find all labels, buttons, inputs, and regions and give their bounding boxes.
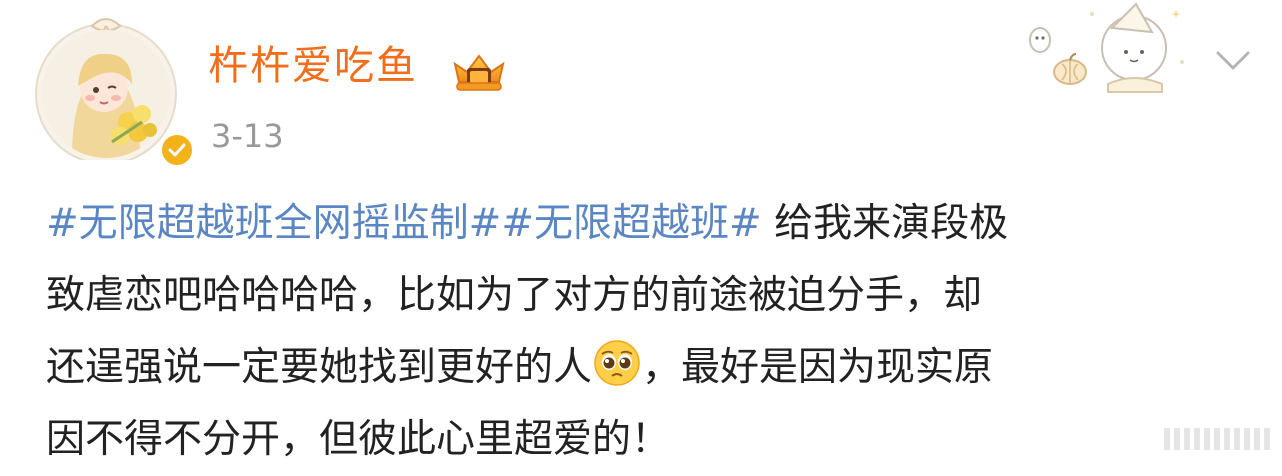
avatar-frame[interactable] bbox=[32, 8, 195, 168]
chevron-down-icon[interactable] bbox=[1213, 46, 1253, 74]
post-line-4: 因不得不分开，但彼此心里超爱的！ bbox=[46, 404, 1246, 476]
avatar-image bbox=[42, 30, 170, 158]
post-line-3: 还逞强说一定要她找到更好的人 ，最好是因为现实原 bbox=[46, 332, 1246, 404]
avatar[interactable] bbox=[42, 30, 170, 158]
post-text: ，最好是因为现实原 bbox=[642, 345, 994, 390]
post-text: 因不得不分开，但彼此心里超爱的！ bbox=[46, 417, 671, 462]
post-text: 给我来演段极 bbox=[761, 201, 1009, 246]
hashtag-link[interactable]: #无限超越班全网摇监制# bbox=[46, 201, 501, 246]
username[interactable]: 杵杵爱吃鱼 bbox=[208, 46, 418, 86]
post-body: #无限超越班全网摇监制##无限超越班# 给我来演段极 致虐恋吧哈哈哈哈，比如为了… bbox=[46, 188, 1246, 476]
post-text: 致虐恋吧哈哈哈哈，比如为了对方的前途被迫分手，却 bbox=[46, 273, 983, 318]
verified-check-icon bbox=[168, 143, 186, 157]
hashtag-link[interactable]: #无限超越班# bbox=[501, 201, 761, 246]
more-dots-icon bbox=[1164, 428, 1270, 450]
card-decoration-illustration bbox=[1029, 2, 1184, 93]
post-timestamp: 3-13 bbox=[211, 117, 284, 155]
post-text: 还逞强说一定要她找到更好的人 bbox=[46, 345, 593, 390]
post-line-2: 致虐恋吧哈哈哈哈，比如为了对方的前途被迫分手，却 bbox=[46, 260, 1246, 332]
crown-badge-icon[interactable] bbox=[451, 52, 507, 94]
pleading-face-emoji-icon bbox=[594, 340, 640, 386]
post-line-1: #无限超越班全网摇监制##无限超越班# 给我来演段极 bbox=[46, 188, 1246, 260]
verified-badge bbox=[159, 132, 195, 168]
